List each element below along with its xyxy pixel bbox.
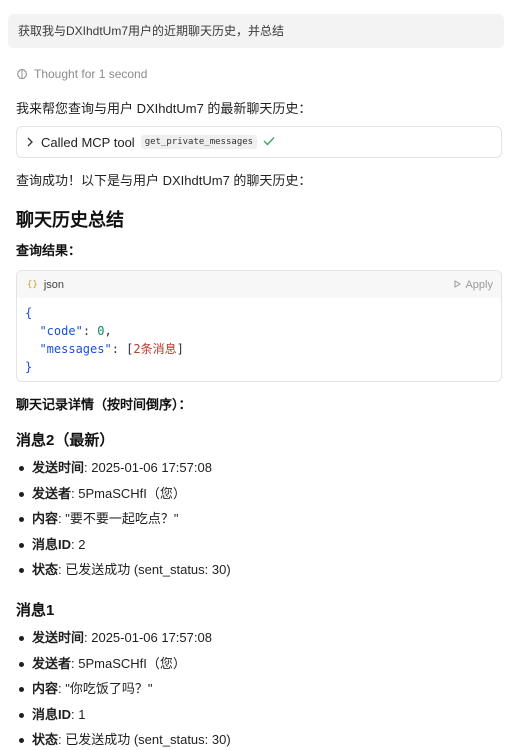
field-label: 发送者 xyxy=(32,485,72,501)
code-language: json xyxy=(43,278,65,291)
tool-name-badge: get_private_messages xyxy=(140,135,258,149)
code-open-brace: { xyxy=(25,306,33,320)
field-value: : 5PmaSCHfI（您） xyxy=(71,655,186,671)
field-label: 发送时间 xyxy=(32,630,85,645)
user-message[interactable]: 获取我与DXIhdtUm7用户的近期聊天历史，并总结 xyxy=(8,14,504,48)
field-value: : 已发送成功 (sent_status: 30) xyxy=(58,562,231,577)
message-heading: 消息1 xyxy=(16,602,55,619)
summary-heading: 聊天历史总结 xyxy=(16,210,124,230)
list-item: 消息ID: 2 xyxy=(16,536,231,562)
field-value: : 2025-01-06 17:57:08 xyxy=(84,630,212,645)
field-value: : 5PmaSCHfI（您） xyxy=(71,485,186,501)
mcp-tool-call[interactable]: Called MCP tool get_private_messages xyxy=(16,126,502,158)
code-close-brace: } xyxy=(25,360,33,374)
chevron-right-icon xyxy=(25,137,35,147)
play-icon xyxy=(454,279,462,291)
code-block: {} json Apply { "code": 0, "messages": [… xyxy=(16,270,502,382)
list-item: 发送时间: 2025-01-06 17:57:08 xyxy=(16,459,231,485)
field-label: 发送时间 xyxy=(32,460,85,475)
apply-label: Apply xyxy=(465,278,493,291)
field-value: : "要不要一起吃点？" xyxy=(58,511,179,526)
list-item: 状态: 已发送成功 (sent_status: 30) xyxy=(16,731,231,750)
field-value: : 2 xyxy=(71,536,86,552)
code-value-messages: 2条消息 xyxy=(133,342,177,356)
thought-toggle[interactable]: Thought for 1 second xyxy=(16,67,147,81)
field-value: : 已发送成功 (sent_status: 30) xyxy=(58,732,231,747)
field-value: : 2025-01-06 17:57:08 xyxy=(84,460,212,475)
query-result-label: 查询结果： xyxy=(16,243,82,258)
code-block-header: {} json Apply xyxy=(17,271,501,298)
list-item: 内容: "你吃饭了吗？" xyxy=(16,680,231,706)
field-label: 消息ID xyxy=(32,706,72,722)
code-key-messages: "messages" xyxy=(39,342,112,356)
field-label: 状态 xyxy=(32,562,59,577)
thought-label: Thought for 1 second xyxy=(34,67,148,81)
details-label: 聊天记录详情（按时间倒序）： xyxy=(16,397,192,412)
list-item: 发送时间: 2025-01-06 17:57:08 xyxy=(16,629,231,655)
message-heading: 消息2（最新） xyxy=(16,432,115,449)
tool-call-label: Called MCP tool xyxy=(41,134,135,150)
brain-icon xyxy=(16,68,28,80)
code-content: { "code": 0, "messages": [2条消息] } xyxy=(25,306,184,374)
field-label: 消息ID xyxy=(32,536,72,552)
result-intro: 查询成功！以下是与用户 DXIhdtUm7 的聊天历史： xyxy=(16,173,312,188)
code-bracket-close: ] xyxy=(176,342,184,356)
field-label: 状态 xyxy=(32,732,59,747)
message-detail-list: 发送时间: 2025-01-06 17:57:08 发送者: 5PmaSCHfI… xyxy=(16,459,231,587)
field-label: 发送者 xyxy=(32,655,72,671)
check-icon xyxy=(263,135,275,149)
code-value-code: 0 xyxy=(97,324,105,338)
list-item: 发送者: 5PmaSCHfI（您） xyxy=(16,485,231,511)
field-value: : 1 xyxy=(71,706,86,722)
field-value: : "你吃饭了吗？" xyxy=(58,681,153,696)
list-item: 消息ID: 1 xyxy=(16,706,231,732)
list-item: 状态: 已发送成功 (sent_status: 30) xyxy=(16,561,231,587)
apply-button[interactable]: Apply xyxy=(454,279,493,291)
json-icon: {} xyxy=(27,279,38,290)
list-item: 内容: "要不要一起吃点？" xyxy=(16,510,231,536)
field-label: 内容 xyxy=(32,511,59,526)
assistant-intro: 我来帮您查询与用户 DXIhdtUm7 的最新聊天历史： xyxy=(16,101,312,116)
field-label: 内容 xyxy=(32,681,59,696)
code-key-code: "code" xyxy=(39,324,83,338)
message-detail-list: 发送时间: 2025-01-06 17:57:08 发送者: 5PmaSCHfI… xyxy=(16,629,231,750)
list-item: 发送者: 5PmaSCHfI（您） xyxy=(16,655,231,681)
